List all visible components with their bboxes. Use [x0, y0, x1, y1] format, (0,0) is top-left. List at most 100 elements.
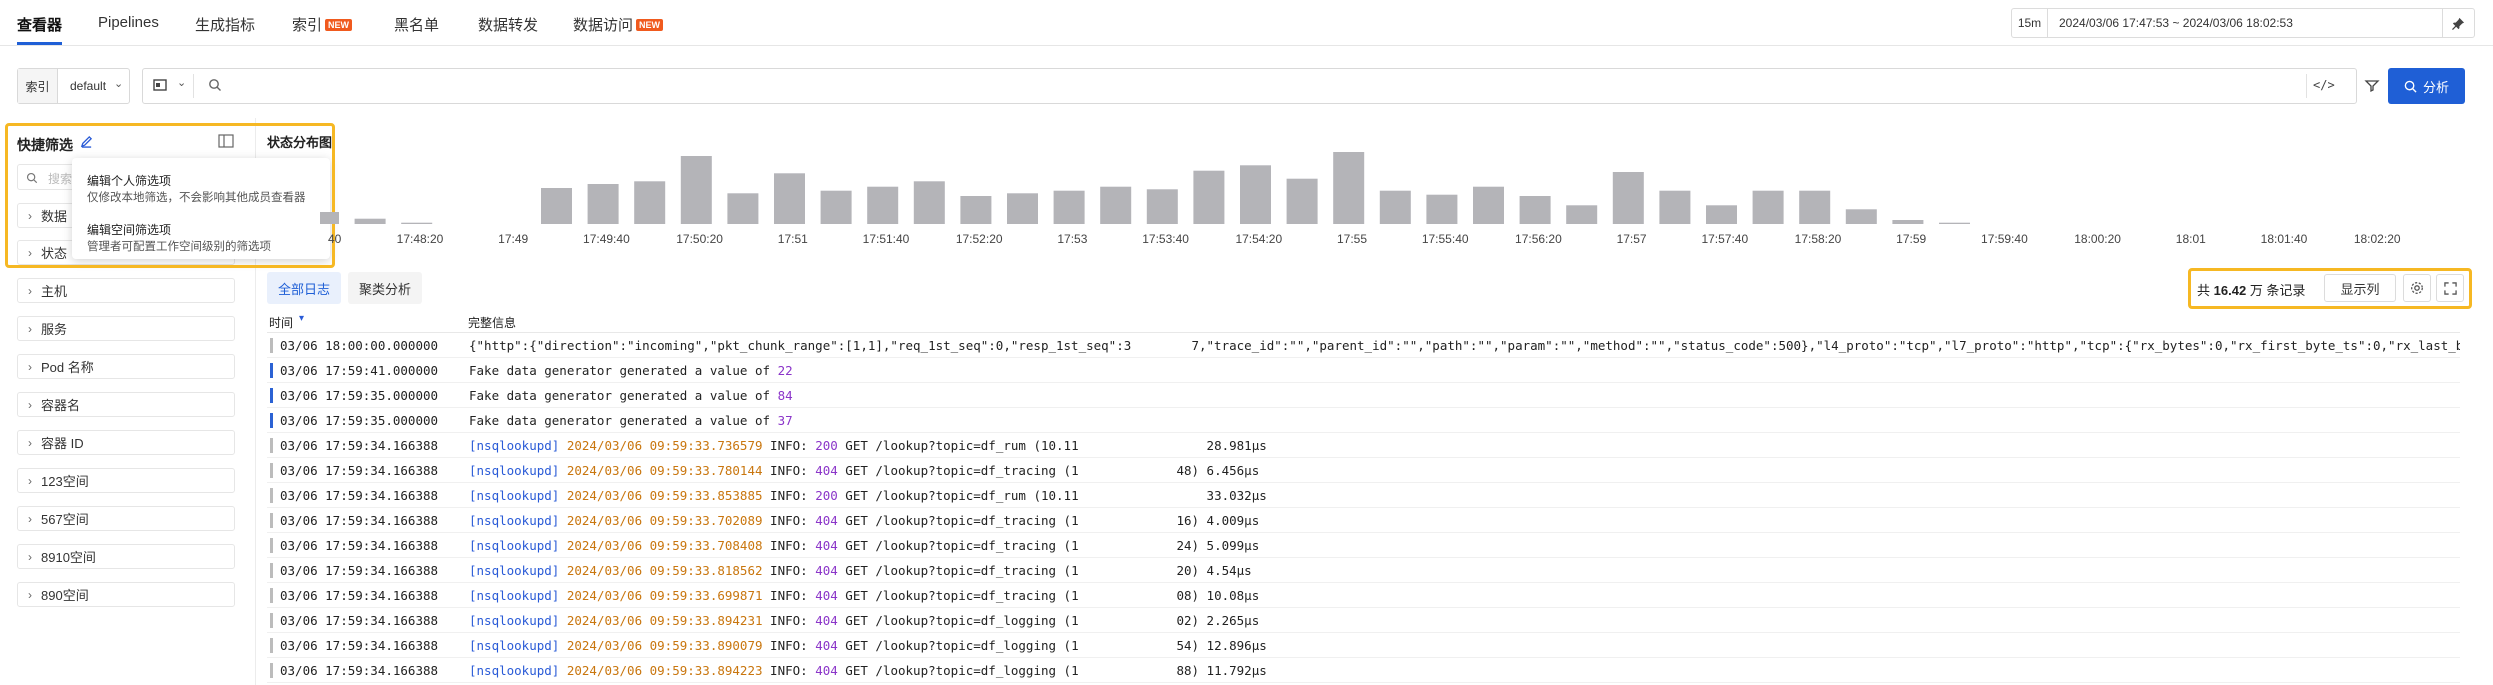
filter-settings-icon[interactable] — [2364, 78, 2380, 97]
log-row[interactable]: 03/06 17:59:34.166388 [nsqlookupd] 2024/0… — [267, 633, 2460, 658]
x-tick-label: 17:48:20 — [396, 232, 444, 246]
histogram-bar[interactable] — [913, 181, 945, 224]
histogram-bar[interactable] — [680, 156, 712, 224]
histogram-bar[interactable] — [1146, 189, 1178, 224]
search-bar[interactable]: ⌄ </> — [142, 68, 2357, 104]
facet-item[interactable]: › 567空间 — [17, 506, 235, 531]
index-selector[interactable]: 索引 default ⌄ — [17, 68, 130, 104]
log-message-part: 2024/03/06 09:59:33.736579 — [566, 438, 763, 453]
log-row[interactable]: 03/06 17:59:34.166388 [nsqlookupd] 2024/0… — [267, 508, 2460, 533]
histogram-bar[interactable] — [1240, 165, 1271, 224]
histogram-bar[interactable] — [820, 190, 852, 224]
facet-item[interactable]: › 890空间 — [17, 582, 235, 607]
analyze-icon — [2404, 80, 2417, 93]
histogram-bar[interactable] — [1053, 190, 1085, 224]
tab-data-access-label: 数据访问 — [573, 17, 634, 34]
tab-forwarding[interactable]: 数据转发 — [478, 14, 538, 35]
facet-item[interactable]: › 容器名 — [17, 392, 235, 417]
x-tick-label: 17:59 — [1896, 232, 1927, 246]
histogram-bar[interactable] — [1193, 170, 1225, 224]
log-row[interactable]: 03/06 17:59:34.166388 [nsqlookupd] 2024/0… — [267, 433, 2460, 458]
log-row[interactable]: 03/06 17:59:34.166388 [nsqlookupd] 2024/0… — [267, 483, 2460, 508]
log-row[interactable]: 03/06 17:59:34.166388 [nsqlookupd] 2024/0… — [267, 583, 2460, 608]
analyze-label: 分析 — [2422, 79, 2449, 95]
facet-item[interactable]: › 123空间 — [17, 468, 235, 493]
histogram-bar[interactable] — [1286, 178, 1318, 224]
histogram-bar[interactable] — [1706, 205, 1737, 224]
histogram-bar[interactable] — [1333, 152, 1365, 224]
facet-item[interactable]: › 容器 ID — [17, 430, 235, 455]
histogram-bar[interactable] — [1939, 222, 1970, 224]
facet-item[interactable]: › 8910空间 — [17, 544, 235, 569]
tab-blacklist[interactable]: 黑名单 — [394, 14, 439, 35]
tab-cluster-analysis[interactable]: 聚类分析 — [348, 272, 422, 304]
x-tick-label: 18:00:20 — [2074, 232, 2121, 246]
histogram-bar[interactable] — [727, 193, 759, 224]
time-range-short[interactable]: 15m — [2012, 9, 2048, 37]
time-range-text[interactable]: 2024/03/06 17:47:53 ~ 2024/03/06 18:02:5… — [2059, 16, 2293, 30]
log-row[interactable]: 03/06 17:59:34.166388 [nsqlookupd] 2024/0… — [267, 558, 2460, 583]
log-message: [nsqlookupd] 2024/03/06 09:59:33.702089 … — [469, 513, 1259, 528]
histogram-bar[interactable] — [1845, 209, 1877, 224]
search-input[interactable] — [231, 75, 1431, 97]
facet-item[interactable]: › 主机 — [17, 278, 235, 303]
query-mode-icon[interactable] — [153, 78, 167, 95]
col-time[interactable]: 时间 — [269, 314, 293, 331]
time-range-picker[interactable]: 15m 2024/03/06 17:47:53 ~ 2024/03/06 18:… — [2011, 8, 2475, 38]
histogram-bar[interactable] — [1566, 205, 1598, 224]
histogram-bar[interactable] — [1659, 190, 1691, 224]
log-message-part: GET /lookup?topic=df_tracing (1 — [837, 588, 1079, 603]
tab-all-logs[interactable]: 全部日志 — [267, 272, 341, 304]
histogram-bar[interactable] — [634, 181, 666, 224]
facet-item[interactable]: › 服务 — [17, 316, 235, 341]
log-row[interactable]: 03/06 18:00:00.000000 {"http":{"direction… — [267, 333, 2460, 358]
histogram-bar[interactable] — [1752, 190, 1784, 224]
log-row[interactable]: 03/06 17:59:41.000000 Fake data generator… — [267, 358, 2460, 383]
status-histogram — [320, 152, 1970, 224]
histogram-bar[interactable] — [1612, 172, 1644, 224]
histogram-bar[interactable] — [1799, 190, 1831, 224]
chevron-down-icon[interactable]: ⌄ — [177, 76, 186, 89]
log-row[interactable]: 03/06 17:59:34.166388 [nsqlookupd] 2024/0… — [267, 458, 2460, 483]
tab-pipelines[interactable]: Pipelines — [98, 14, 159, 31]
code-view-icon[interactable]: </> — [2313, 78, 2335, 92]
log-message-part: {"http":{"direction":"incoming","pkt_chu… — [469, 338, 1132, 353]
sort-desc-icon[interactable]: ▾ — [299, 313, 304, 324]
tab-index[interactable]: 索引 NEW — [292, 14, 353, 35]
pin-icon[interactable] — [2442, 9, 2474, 37]
log-row[interactable]: 03/06 17:59:34.166388 [nsqlookupd] 2024/0… — [267, 608, 2460, 633]
tab-viewer[interactable]: 查看器 — [17, 14, 62, 35]
index-value[interactable]: default — [70, 79, 106, 93]
histogram-bar[interactable] — [867, 186, 899, 224]
facet-label: 容器名 — [41, 398, 81, 413]
histogram-bar[interactable] — [774, 173, 805, 224]
histogram-bar[interactable] — [320, 212, 339, 224]
log-row[interactable]: 03/06 17:59:34.166388 [nsqlookupd] 2024/0… — [267, 658, 2460, 683]
facet-label: Pod 名称 — [41, 360, 94, 375]
histogram-bar[interactable] — [1379, 190, 1411, 224]
histogram-bar[interactable] — [1426, 194, 1458, 224]
log-message-part: 28.981µs — [1078, 438, 1267, 453]
log-message-part: [nsqlookupd] — [469, 588, 567, 603]
histogram-bar[interactable] — [354, 218, 386, 224]
histogram-bar[interactable] — [1007, 193, 1038, 224]
histogram-bar[interactable] — [1100, 186, 1132, 224]
facet-item[interactable]: › Pod 名称 — [17, 354, 235, 379]
histogram-bar[interactable] — [960, 196, 992, 224]
histogram-bar[interactable] — [1519, 196, 1551, 224]
log-row[interactable]: 03/06 17:59:34.166388 [nsqlookupd] 2024/0… — [267, 533, 2460, 558]
histogram-bar[interactable] — [1473, 186, 1504, 224]
chevron-right-icon: › — [28, 511, 32, 526]
log-row[interactable]: 03/06 17:59:35.000000 Fake data generator… — [267, 383, 2460, 408]
histogram-bar[interactable] — [541, 188, 572, 224]
log-row[interactable]: 03/06 17:59:35.000000 Fake data generator… — [267, 408, 2460, 433]
histogram-bar[interactable] — [1892, 220, 1924, 224]
log-message-part: 7,"trace_id":"","parent_id":"","path":""… — [1131, 338, 2460, 353]
log-message-part: 404 — [815, 613, 838, 628]
x-tick-label: 17:59:40 — [1981, 232, 2028, 246]
analyze-button[interactable]: 分析 — [2388, 68, 2465, 104]
tab-data-access[interactable]: 数据访问 NEW — [573, 14, 664, 35]
tab-metrics[interactable]: 生成指标 — [195, 14, 255, 35]
histogram-bar[interactable] — [401, 222, 433, 224]
histogram-bar[interactable] — [587, 184, 619, 224]
